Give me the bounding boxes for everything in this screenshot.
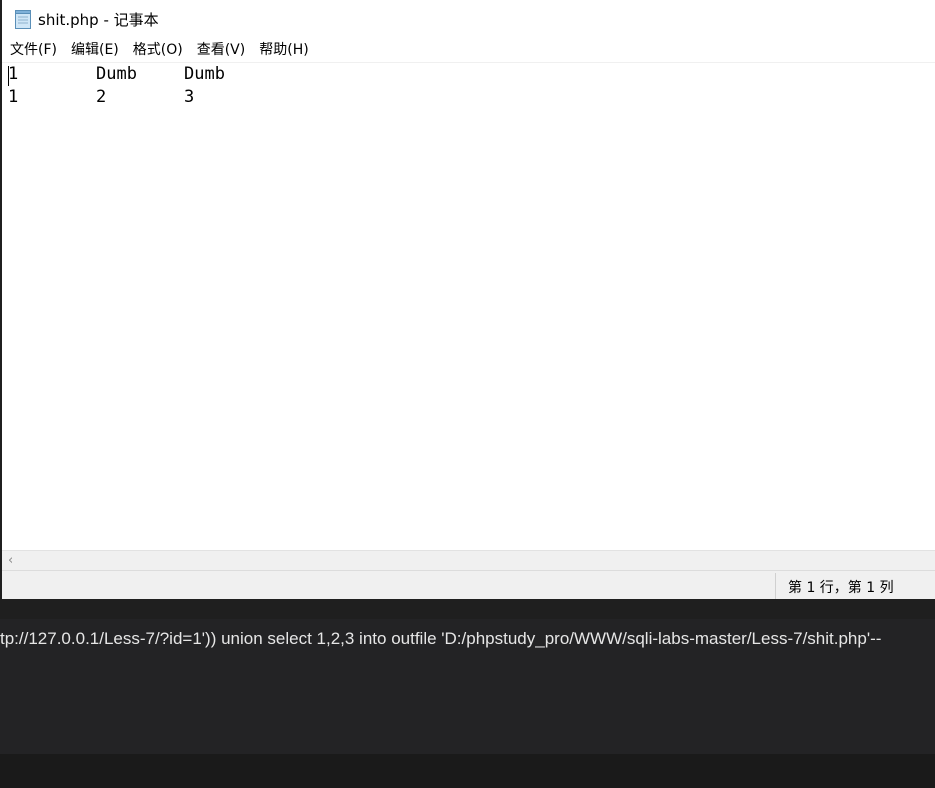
editor-cell: Dumb xyxy=(96,64,137,84)
notepad-window: shit.php - 记事本 文件(F) 编辑(E) 格式(O) 查看(V) 帮… xyxy=(0,0,935,600)
url-input-area[interactable]: tp://127.0.0.1/Less-7/?id=1')) union sel… xyxy=(0,619,935,754)
editor-line: 1 2 3 xyxy=(8,87,194,111)
title-bar[interactable]: shit.php - 记事本 xyxy=(2,0,935,38)
menu-help[interactable]: 帮助(H) xyxy=(252,38,315,62)
window-title: shit.php - 记事本 xyxy=(38,11,159,29)
chevron-left-icon[interactable]: ‹ xyxy=(8,553,13,568)
text-editor[interactable]: 1 Dumb Dumb 1 2 3 xyxy=(2,62,935,551)
editor-line: 1 Dumb Dumb xyxy=(8,64,225,88)
status-bar: 第 1 行，第 1 列 xyxy=(2,570,935,600)
editor-cell: 3 xyxy=(184,87,195,107)
cursor-position: 第 1 行，第 1 列 xyxy=(788,580,894,596)
editor-cell: 1 xyxy=(8,87,19,107)
editor-cell: 1 xyxy=(8,64,19,84)
menu-format[interactable]: 格式(O) xyxy=(126,38,190,62)
menu-bar: 文件(F) 编辑(E) 格式(O) 查看(V) 帮助(H) xyxy=(2,38,935,62)
notepad-icon xyxy=(15,10,31,29)
bottom-toolbar xyxy=(0,754,935,788)
dark-panel: tp://127.0.0.1/Less-7/?id=1')) union sel… xyxy=(0,599,935,788)
horizontal-scrollbar[interactable]: ‹ xyxy=(2,550,935,571)
injection-url[interactable]: tp://127.0.0.1/Less-7/?id=1')) union sel… xyxy=(0,629,881,649)
menu-file[interactable]: 文件(F) xyxy=(3,38,64,62)
menu-view[interactable]: 查看(V) xyxy=(190,38,253,62)
editor-cell: 2 xyxy=(96,87,107,107)
status-divider xyxy=(775,573,776,599)
editor-cell: Dumb xyxy=(184,64,225,84)
menu-edit[interactable]: 编辑(E) xyxy=(64,38,126,62)
